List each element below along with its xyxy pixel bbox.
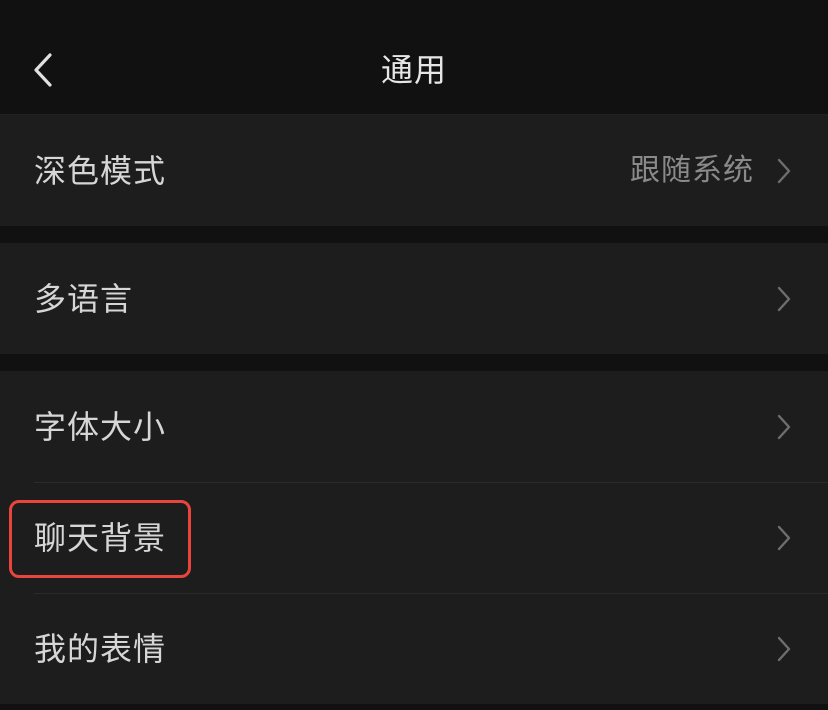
chevron-right-icon bbox=[776, 157, 792, 185]
settings-row-language[interactable]: 多语言 bbox=[0, 243, 828, 354]
navigation-bar: 通用 bbox=[0, 0, 828, 114]
chevron-right-icon bbox=[776, 524, 792, 552]
settings-group-language: 多语言 bbox=[0, 243, 828, 354]
row-label: 我的表情 bbox=[34, 629, 167, 668]
page-title: 通用 bbox=[380, 51, 447, 89]
row-label: 字体大小 bbox=[34, 407, 167, 446]
chevron-right-icon bbox=[776, 285, 792, 313]
settings-group-display: 深色模式 跟随系统 bbox=[0, 115, 828, 226]
chevron-right-icon bbox=[776, 635, 792, 663]
row-label: 聊天背景 bbox=[34, 518, 167, 557]
settings-row-font-size[interactable]: 字体大小 bbox=[0, 371, 828, 482]
row-label: 多语言 bbox=[34, 279, 134, 318]
row-value: 跟随系统 bbox=[630, 152, 754, 188]
settings-row-my-stickers[interactable]: 我的表情 bbox=[0, 593, 828, 704]
settings-row-chat-background[interactable]: 聊天背景 bbox=[0, 482, 828, 593]
settings-row-dark-mode[interactable]: 深色模式 跟随系统 bbox=[0, 115, 828, 226]
chevron-right-icon bbox=[776, 413, 792, 441]
row-label: 深色模式 bbox=[34, 151, 167, 190]
settings-group-chat: 字体大小 聊天背景 我的表情 bbox=[0, 371, 828, 704]
